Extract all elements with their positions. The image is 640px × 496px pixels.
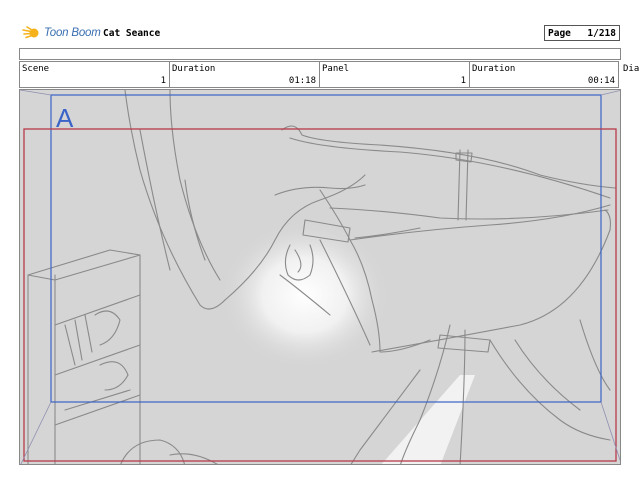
- panel-duration-label: Duration: [472, 64, 516, 74]
- panel-cell: Panel 1: [319, 61, 469, 88]
- panel-label: Panel: [322, 64, 350, 74]
- sunburst-icon: [22, 26, 39, 39]
- info-table: Scene 1 Duration 01:18 Panel 1 Duration …: [19, 61, 619, 88]
- logo-text: Toon Boom: [44, 27, 101, 39]
- header-blank-row: [19, 48, 621, 60]
- panel-drawing: A: [20, 90, 620, 464]
- panel-value: 1: [460, 76, 466, 86]
- scene-cell: Scene 1: [19, 61, 169, 88]
- duration-cell: Duration 01:18: [169, 61, 319, 88]
- toon-boom-logo: Toon Boom: [22, 25, 101, 41]
- scene-value: 1: [160, 76, 166, 86]
- page-label: Page: [548, 27, 571, 39]
- page-value: 1/218: [587, 27, 616, 39]
- duration-label: Duration: [172, 64, 216, 74]
- panel-duration-cell: Duration 00:14: [469, 61, 619, 88]
- dialog-label: Dia: [623, 64, 640, 74]
- project-title: Cat Seance: [103, 28, 161, 39]
- scene-label: Scene: [22, 64, 50, 74]
- panel-duration-value: 00:14: [587, 76, 615, 86]
- page-indicator: Page 1/218: [544, 25, 620, 41]
- storyboard-panel: A: [19, 89, 621, 465]
- camera-label: A: [56, 103, 74, 133]
- duration-value: 01:18: [288, 76, 316, 86]
